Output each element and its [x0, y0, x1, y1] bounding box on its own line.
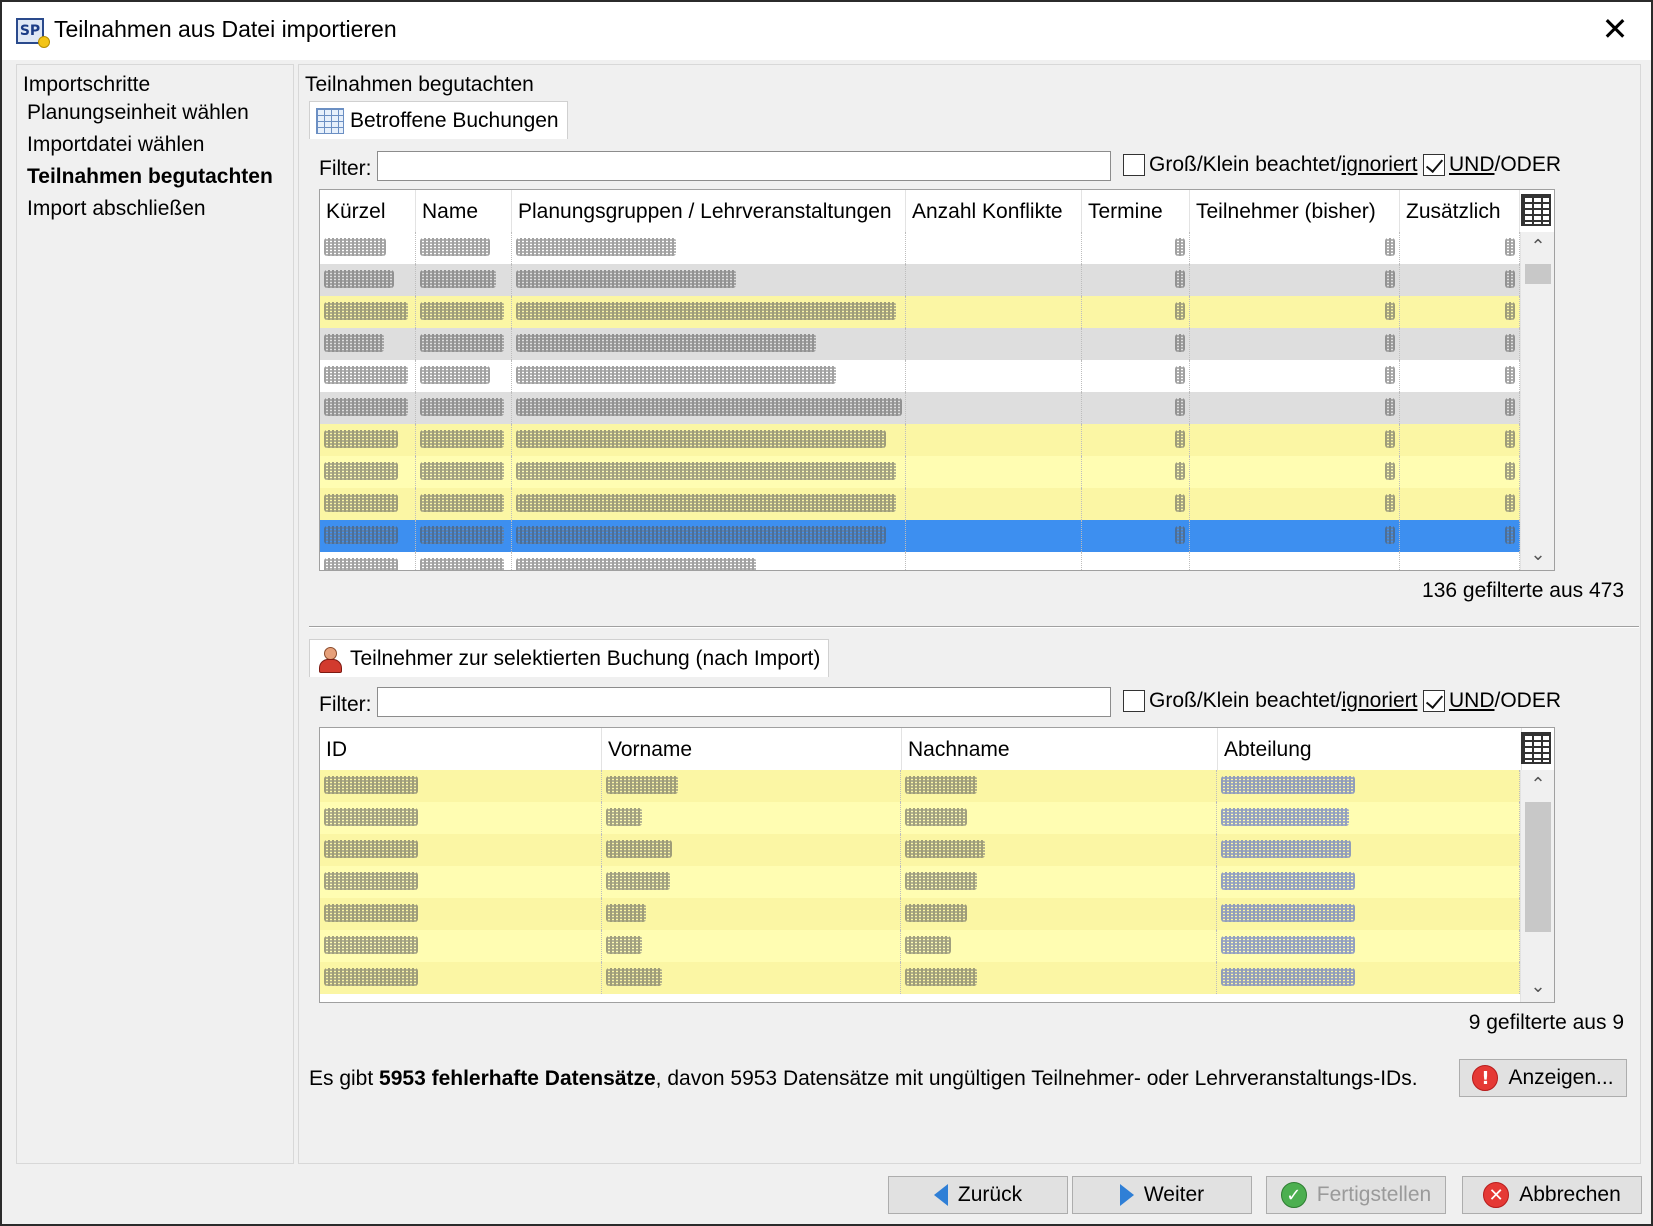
arrow-right-icon	[1119, 1184, 1134, 1206]
arrow-left-icon	[933, 1184, 948, 1206]
bookings-table-body	[320, 232, 1520, 570]
step-import-abschliessen: Import abschließen	[27, 197, 206, 220]
table-row[interactable]	[320, 898, 1520, 930]
person-icon	[316, 646, 344, 673]
bookings-filter-input[interactable]	[377, 151, 1111, 181]
check-circle-icon: ✓	[1280, 1182, 1307, 1208]
step-teilnahmen-begutachten: Teilnahmen begutachten	[27, 165, 273, 188]
table-row[interactable]	[320, 488, 1520, 520]
participants-case-checkbox[interactable]: Groß/Klein beachtet/ignoriert	[1123, 689, 1417, 713]
import-dialog-window: SP Teilnahmen aus Datei importieren ✕ Im…	[0, 0, 1653, 1226]
split-divider[interactable]	[309, 626, 1639, 628]
table-row[interactable]	[320, 424, 1520, 456]
import-steps-panel: Importschritte Planungseinheit wählen Im…	[16, 64, 294, 1164]
participants-table-header: ID Vorname Nachname Abteilung	[320, 728, 1522, 770]
grid-table-icon	[316, 107, 344, 134]
table-row[interactable]	[320, 392, 1520, 424]
table-row-selected[interactable]	[320, 520, 1520, 552]
column-header-abteilung[interactable]: Abteilung	[1218, 728, 1522, 770]
participants-vertical-scrollbar[interactable]: ⌃ ⌄	[1520, 770, 1554, 1002]
bookings-table[interactable]: Kürzel Name Planungsgruppen / Lehrverans…	[319, 189, 1555, 571]
error-icon: !	[1472, 1065, 1499, 1091]
show-errors-button[interactable]: ! Anzeigen...	[1459, 1059, 1627, 1097]
scroll-up-icon[interactable]: ⌃	[1521, 770, 1554, 800]
table-row[interactable]	[320, 834, 1520, 866]
scroll-thumb[interactable]	[1525, 264, 1551, 284]
bookings-filter-label: Filter:	[319, 157, 372, 180]
column-header-zusaetzlich[interactable]: Zusätzlich	[1400, 190, 1520, 232]
step-importdatei: Importdatei wählen	[27, 133, 205, 156]
step-planungseinheit: Planungseinheit wählen	[27, 101, 249, 124]
column-header-nachname[interactable]: Nachname	[902, 728, 1218, 770]
participants-filter-input[interactable]	[377, 687, 1111, 717]
window-title: Teilnahmen aus Datei importieren	[54, 16, 397, 42]
column-header-id[interactable]: ID	[320, 728, 602, 770]
column-header-termine[interactable]: Termine	[1082, 190, 1190, 232]
table-row[interactable]	[320, 296, 1520, 328]
bookings-table-header: Kürzel Name Planungsgruppen / Lehrverans…	[320, 190, 1520, 232]
column-header-name[interactable]: Name	[416, 190, 512, 232]
tab-label: Teilnehmer zur selektierten Buchung (nac…	[350, 646, 821, 670]
table-row[interactable]	[320, 360, 1520, 392]
column-header-planungsgruppen[interactable]: Planungsgruppen / Lehrveranstaltungen	[512, 190, 906, 232]
table-row[interactable]	[320, 802, 1520, 834]
cancel-x-icon: ✕	[1483, 1182, 1510, 1208]
column-header-anzahl-konflikte[interactable]: Anzahl Konflikte	[906, 190, 1082, 232]
table-row[interactable]	[320, 930, 1520, 962]
scroll-down-icon[interactable]: ⌄	[1521, 972, 1554, 1002]
column-header-kuerzel[interactable]: Kürzel	[320, 190, 416, 232]
app-logo-icon: SP	[16, 18, 50, 48]
steps-heading: Importschritte	[23, 73, 151, 96]
column-header-vorname[interactable]: Vorname	[602, 728, 902, 770]
panel-heading: Teilnahmen begutachten	[305, 73, 534, 96]
table-row[interactable]	[320, 866, 1520, 898]
bookings-andor-checkbox[interactable]: UND/ODER	[1423, 153, 1561, 177]
cancel-button[interactable]: ✕ Abbrechen	[1462, 1176, 1642, 1214]
table-row[interactable]	[320, 456, 1520, 488]
participants-filter-label: Filter:	[319, 693, 372, 716]
column-chooser-icon[interactable]	[1521, 194, 1551, 226]
scroll-down-icon[interactable]: ⌄	[1521, 540, 1554, 570]
bookings-vertical-scrollbar[interactable]: ⌃ ⌄	[1520, 232, 1554, 570]
bookings-case-checkbox[interactable]: Groß/Klein beachtet/ignoriert	[1123, 153, 1417, 177]
checkbox-box[interactable]	[1123, 154, 1145, 176]
column-chooser-icon[interactable]	[1521, 732, 1551, 764]
review-panel: Teilnahmen begutachten Betroffene Buchun…	[298, 64, 1641, 1164]
close-icon[interactable]: ✕	[1599, 13, 1631, 46]
table-row[interactable]	[320, 264, 1520, 296]
finish-button[interactable]: ✓ Fertigstellen	[1266, 1176, 1446, 1214]
tab-betroffene-buchungen[interactable]: Betroffene Buchungen	[309, 101, 568, 139]
back-button[interactable]: Zurück	[888, 1176, 1068, 1214]
participants-table-body	[320, 770, 1520, 1002]
bookings-count: 136 gefilterte aus 473	[1422, 579, 1624, 602]
next-button[interactable]: Weiter	[1072, 1176, 1252, 1214]
title-bar: SP Teilnahmen aus Datei importieren ✕	[2, 2, 1651, 60]
participants-count: 9 gefilterte aus 9	[1468, 1011, 1624, 1034]
table-row[interactable]	[320, 552, 1520, 570]
table-row[interactable]	[320, 232, 1520, 264]
table-row[interactable]	[320, 962, 1520, 994]
participants-andor-checkbox[interactable]: UND/ODER	[1423, 689, 1561, 713]
column-header-teilnehmer-bisher[interactable]: Teilnehmer (bisher)	[1190, 190, 1400, 232]
scroll-thumb[interactable]	[1525, 802, 1551, 932]
checkbox-box[interactable]	[1123, 690, 1145, 712]
tab-teilnehmer[interactable]: Teilnehmer zur selektierten Buchung (nac…	[309, 639, 830, 677]
scroll-up-icon[interactable]: ⌃	[1521, 232, 1554, 262]
participants-table[interactable]: ID Vorname Nachname Abteilung ⌃ ⌄	[319, 727, 1555, 1003]
table-row[interactable]	[320, 328, 1520, 360]
error-summary: Es gibt 5953 fehlerhafte Datensätze, dav…	[309, 1067, 1418, 1090]
checkbox-box-checked[interactable]	[1423, 690, 1445, 712]
tab-label: Betroffene Buchungen	[350, 108, 559, 132]
checkbox-box-checked[interactable]	[1423, 154, 1445, 176]
table-row[interactable]	[320, 770, 1520, 802]
